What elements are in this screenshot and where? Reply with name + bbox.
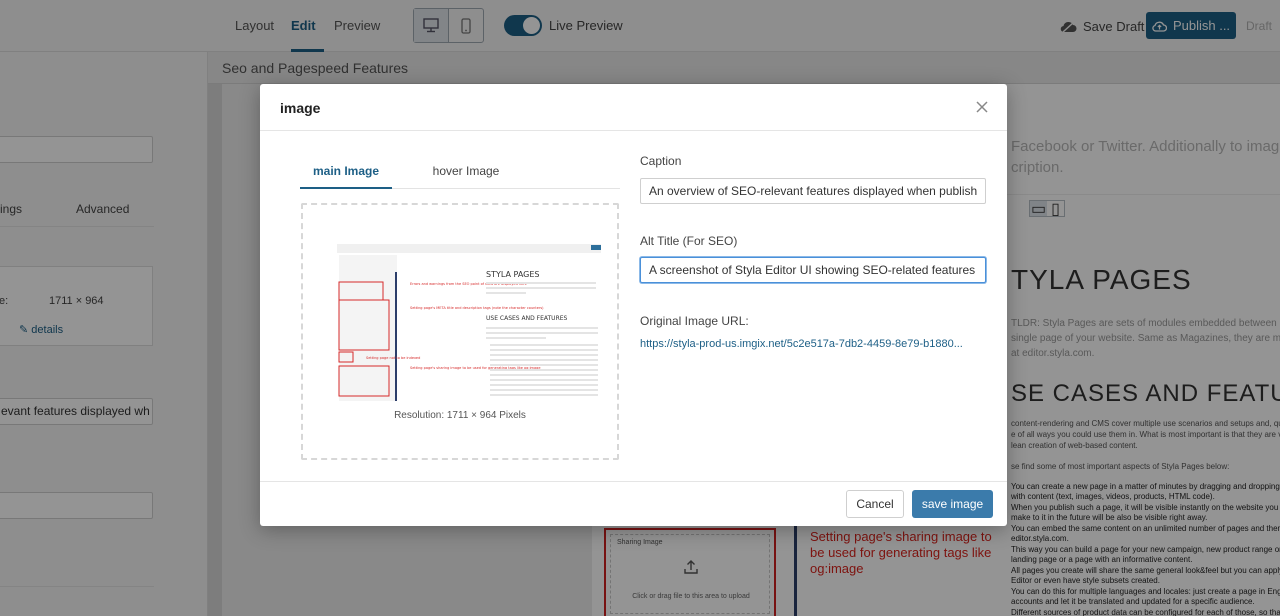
annotation-noindex: Setting page not to be indexed (366, 356, 420, 360)
modal-footer: Cancel save image (260, 481, 1007, 526)
alt-title-label: Alt Title (For SEO) (640, 234, 738, 248)
image-thumbnail: Errors and warnings from the SEO point o… (320, 242, 601, 401)
modal-header: image (260, 84, 1007, 131)
cancel-button[interactable]: Cancel (846, 490, 904, 518)
original-url-link[interactable]: https://styla-prod-us.imgix.net/5c2e517a… (640, 338, 986, 350)
close-icon[interactable] (975, 100, 989, 114)
thumbnail-illustration: Errors and warnings from the SEO point o… (320, 242, 601, 401)
original-url-label: Original Image URL: (640, 314, 749, 328)
caption-input[interactable]: An overview of SEO-relevant features dis… (640, 178, 986, 204)
alt-title-input[interactable]: A screenshot of Styla Editor UI showing … (640, 257, 986, 283)
thumbnail-subtitle: USE CASES AND FEATURES (486, 315, 568, 322)
modal-title: image (280, 100, 321, 116)
caption-label: Caption (640, 154, 682, 168)
image-modal: image main Image hover Image Errors and … (260, 84, 1007, 526)
tab-active-indicator (300, 187, 392, 189)
image-resolution: Resolution: 1711 × 964 Pixels (394, 410, 526, 421)
image-dropzone[interactable]: Errors and warnings from the SEO point o… (301, 203, 619, 460)
tab-hover-image[interactable]: hover Image (420, 158, 512, 189)
annotation-meta: Setting page's META title and descriptio… (410, 306, 544, 310)
save-image-button[interactable]: save image (912, 490, 993, 518)
thumbnail-title: STYLA PAGES (486, 270, 539, 279)
tab-main-image[interactable]: main Image (300, 158, 392, 189)
